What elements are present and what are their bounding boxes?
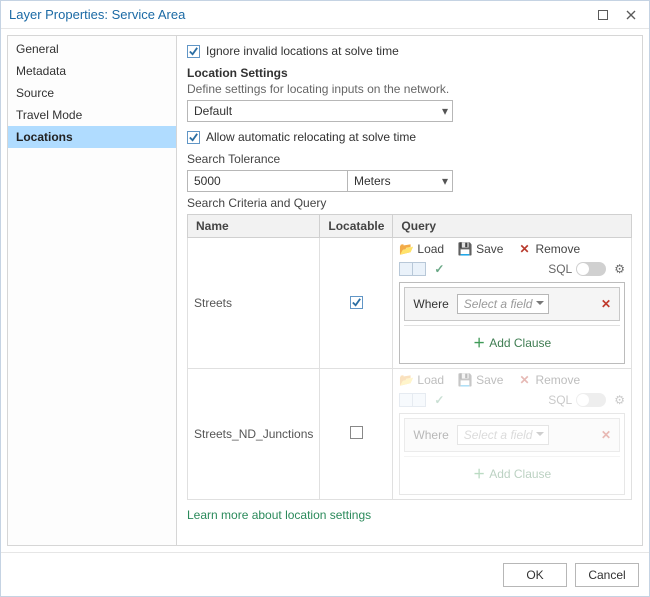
ignore-invalid-checkbox[interactable]	[187, 45, 200, 58]
sql-label: SQL	[548, 393, 572, 407]
cancel-button[interactable]: Cancel	[575, 563, 639, 587]
load-button[interactable]: 📂Load	[399, 242, 444, 256]
sidebar-item-locations[interactable]: Locations	[8, 126, 176, 148]
close-button[interactable]	[617, 4, 645, 26]
where-builder: Where Select a field ✕ ＋ Add Clause	[399, 413, 625, 495]
delete-clause-button[interactable]: ✕	[601, 297, 611, 311]
search-tolerance-label: Search Tolerance	[187, 152, 632, 166]
indent-left-button[interactable]	[399, 262, 413, 276]
plus-icon: ＋	[473, 465, 485, 482]
row-name: Streets_ND_Junctions	[188, 369, 320, 500]
query-controls: ✓ SQL ⚙	[399, 262, 625, 276]
ignore-invalid-label: Ignore invalid locations at solve time	[206, 44, 399, 58]
where-label: Where	[413, 428, 448, 442]
where-label: Where	[413, 297, 448, 311]
search-tolerance-unit-select[interactable]: Meters ▾	[347, 170, 453, 192]
save-button[interactable]: 💾Save	[458, 242, 503, 256]
search-tolerance-value: 5000	[194, 174, 221, 188]
allow-relocate-row: Allow automatic relocating at solve time	[187, 130, 632, 144]
learn-more-link[interactable]: Learn more about location settings	[187, 508, 371, 522]
save-button: 💾Save	[458, 373, 503, 387]
indent-left-button	[399, 393, 413, 407]
ok-button[interactable]: OK	[503, 563, 567, 587]
col-name: Name	[188, 215, 320, 238]
sidebar-item-metadata[interactable]: Metadata	[8, 60, 176, 82]
col-query: Query	[393, 215, 632, 238]
profile-select-value: Default	[194, 104, 232, 118]
plus-icon: ＋	[473, 334, 485, 351]
titlebar: Layer Properties: Service Area	[1, 1, 649, 29]
check-icon	[188, 46, 199, 57]
main-panel: Ignore invalid locations at solve time L…	[177, 35, 643, 546]
indent-right-button[interactable]	[412, 262, 426, 276]
check-icon	[351, 297, 362, 308]
where-builder: Where Select a field ✕ ＋ Add Clause	[399, 282, 625, 364]
delete-clause-button: ✕	[601, 428, 611, 442]
add-clause-button: ＋ Add Clause	[404, 456, 620, 490]
allow-relocate-checkbox[interactable]	[187, 131, 200, 144]
indent-right-button	[412, 393, 426, 407]
remove-icon: ✕	[517, 242, 531, 256]
table-row: Streets 📂Load 💾Save ✕Remove	[188, 238, 632, 369]
sql-label: SQL	[548, 262, 572, 276]
chevron-down-icon: ▾	[442, 104, 448, 118]
dialog-footer: OK Cancel	[1, 552, 649, 596]
save-icon: 💾	[458, 242, 472, 256]
remove-button[interactable]: ✕Remove	[517, 242, 580, 256]
ignore-invalid-row: Ignore invalid locations at solve time	[187, 44, 632, 58]
check-icon	[188, 132, 199, 143]
allow-relocate-label: Allow automatic relocating at solve time	[206, 130, 416, 144]
sidebar: General Metadata Source Travel Mode Loca…	[7, 35, 177, 546]
query-controls: ✓ SQL ⚙	[399, 393, 625, 407]
search-tolerance-unit-value: Meters	[354, 174, 391, 188]
load-button: 📂Load	[399, 373, 444, 387]
field-select[interactable]: Select a field	[457, 294, 550, 314]
criteria-table: Name Locatable Query Streets	[187, 214, 632, 500]
query-toolbar: 📂Load 💾Save ✕Remove	[399, 242, 625, 256]
location-settings-title: Location Settings	[187, 66, 632, 80]
table-row: Streets_ND_Junctions 📂Load 💾Save ✕Remove	[188, 369, 632, 500]
where-clause: Where Select a field ✕	[404, 418, 620, 452]
col-locatable: Locatable	[320, 215, 393, 238]
folder-icon: 📂	[399, 242, 413, 256]
sql-toggle	[576, 393, 606, 407]
row-name: Streets	[188, 238, 320, 369]
maximize-button[interactable]	[589, 4, 617, 26]
dialog-title: Layer Properties: Service Area	[9, 7, 185, 22]
query-toolbar: 📂Load 💾Save ✕Remove	[399, 373, 625, 387]
criteria-label: Search Criteria and Query	[187, 196, 632, 210]
sidebar-item-source[interactable]: Source	[8, 82, 176, 104]
profile-select[interactable]: Default ▾	[187, 100, 453, 122]
save-icon: 💾	[458, 373, 472, 387]
where-clause: Where Select a field ✕	[404, 287, 620, 321]
locatable-checkbox[interactable]	[350, 296, 363, 309]
chevron-down-icon: ▾	[442, 174, 448, 188]
validate-icon[interactable]: ✓	[434, 262, 444, 276]
remove-button: ✕Remove	[517, 373, 580, 387]
locatable-checkbox[interactable]	[350, 426, 363, 439]
gear-icon: ⚙	[614, 393, 625, 407]
dialog: Layer Properties: Service Area General M…	[0, 0, 650, 597]
add-clause-button[interactable]: ＋ Add Clause	[404, 325, 620, 359]
close-icon	[626, 10, 636, 20]
search-tolerance-input[interactable]: 5000	[187, 170, 347, 192]
sql-toggle[interactable]	[576, 262, 606, 276]
maximize-icon	[598, 10, 608, 20]
folder-icon: 📂	[399, 373, 413, 387]
gear-icon[interactable]: ⚙	[614, 262, 625, 276]
validate-icon: ✓	[434, 393, 444, 407]
field-select: Select a field	[457, 425, 550, 445]
location-settings-desc: Define settings for locating inputs on t…	[187, 82, 632, 96]
remove-icon: ✕	[517, 373, 531, 387]
sidebar-item-general[interactable]: General	[8, 38, 176, 60]
sidebar-item-travel-mode[interactable]: Travel Mode	[8, 104, 176, 126]
